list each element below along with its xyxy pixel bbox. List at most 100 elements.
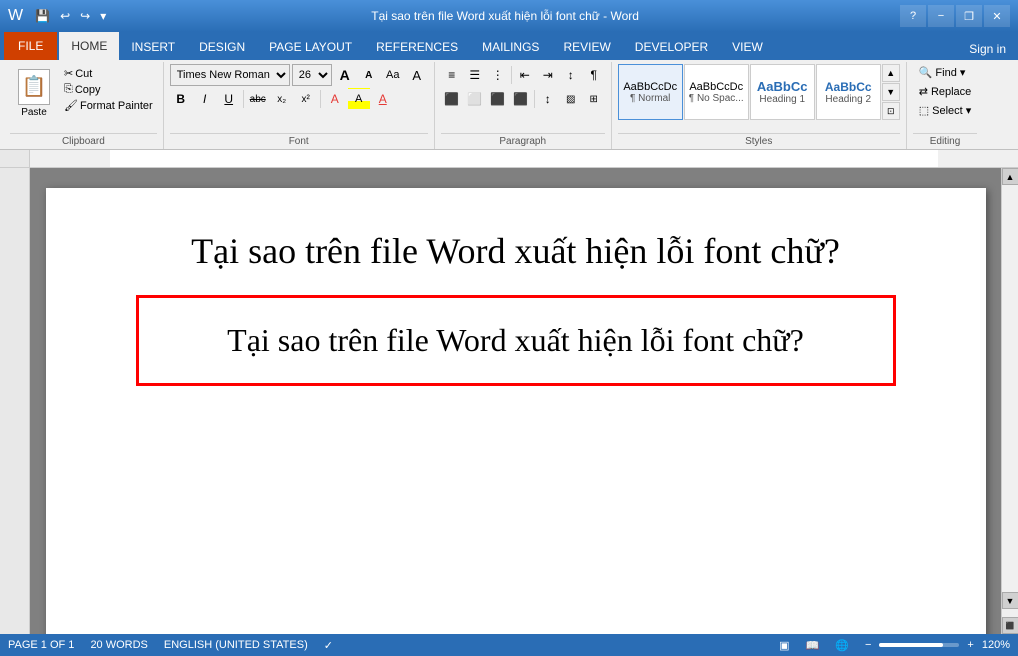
scissors-icon: ✂	[64, 67, 73, 80]
tab-home[interactable]: HOME	[59, 32, 119, 60]
underline-button[interactable]: U	[218, 88, 240, 110]
styles-scroll-down[interactable]: ▼	[882, 83, 900, 101]
decrease-indent-button[interactable]: ⇤	[514, 64, 536, 86]
select-button[interactable]: ⬚ Select ▾	[913, 102, 978, 119]
web-layout-button[interactable]: 🌐	[831, 638, 853, 653]
editing-group: 🔍 Find ▾ ⇄ Replace ⬚ Select ▾ Editing	[907, 62, 984, 149]
tab-view[interactable]: VIEW	[720, 34, 775, 60]
font-shrink-button[interactable]: A	[358, 64, 380, 86]
styles-more-button[interactable]: ⊡	[882, 102, 900, 120]
word-logo-icon: W	[8, 7, 23, 25]
tab-references[interactable]: REFERENCES	[364, 34, 470, 60]
document-page: Tại sao trên file Word xuất hiện lỗi fon…	[46, 188, 986, 634]
bold-button[interactable]: B	[170, 88, 192, 110]
right-scrollbar: ▲ ▼ ⬛	[1001, 168, 1018, 634]
save-quick-btn[interactable]: 💾	[31, 7, 54, 25]
title-bar-left: W 💾 ↩ ↪ ▾	[8, 7, 110, 25]
ruler-corner	[0, 150, 30, 167]
status-right: ▣ 📖 🌐 − + 120%	[775, 638, 1010, 653]
font-color-button[interactable]: A	[372, 88, 394, 110]
tab-mailings[interactable]: MAILINGS	[470, 34, 551, 60]
doc-scroll[interactable]: Tại sao trên file Word xuất hiện lỗi fon…	[30, 168, 1001, 634]
clear-format-button[interactable]: A	[406, 64, 428, 86]
tab-page-layout[interactable]: PAGE LAYOUT	[257, 34, 364, 60]
strikethrough-button[interactable]: abc	[247, 88, 269, 110]
tab-file[interactable]: FILE	[4, 32, 57, 60]
horizontal-ruler	[30, 150, 1018, 167]
more-quick-btn[interactable]: ▾	[96, 7, 110, 25]
spell-icon: ✓	[324, 639, 333, 652]
align-right-button[interactable]: ⬛	[487, 88, 509, 110]
line-spacing-button[interactable]: ↕	[537, 88, 559, 110]
signin-link[interactable]: Sign in	[957, 38, 1018, 60]
style-heading2-preview: AaBbCc	[825, 80, 872, 94]
copy-button[interactable]: ⎘ Copy	[60, 82, 157, 97]
status-bar: PAGE 1 OF 1 20 WORDS ENGLISH (UNITED STA…	[0, 634, 1018, 656]
style-heading2[interactable]: AaBbCc Heading 2	[816, 64, 881, 120]
font-grow-button[interactable]: A	[334, 64, 356, 86]
style-no-spacing[interactable]: AaBbCcDc ¶ No Spac...	[684, 64, 749, 120]
clipboard-group-content: 📋 Paste ✂ Cut ⎘ Copy 🖌 Format Painter	[10, 64, 157, 131]
replace-icon: ⇄	[919, 85, 928, 98]
superscript-button[interactable]: x²	[295, 88, 317, 110]
sort-button[interactable]: ↕	[560, 64, 582, 86]
clipboard-label: Clipboard	[10, 133, 157, 149]
find-button[interactable]: 🔍 Find ▾	[913, 64, 978, 81]
increase-indent-button[interactable]: ⇥	[537, 64, 559, 86]
redo-quick-btn[interactable]: ↪	[76, 7, 94, 25]
scroll-bottom-button[interactable]: ⬛	[1002, 617, 1018, 634]
style-no-spacing-preview: AaBbCcDc	[689, 81, 743, 93]
copy-icon: ⎘	[64, 83, 73, 96]
borders-button[interactable]: ⊞	[583, 88, 605, 110]
highlight-button[interactable]: A	[348, 88, 370, 110]
text-effects-button[interactable]: A	[324, 88, 346, 110]
scroll-down-button[interactable]: ▼	[1002, 592, 1018, 609]
shading-button[interactable]: ▨	[560, 88, 582, 110]
numbering-button[interactable]: ☰	[464, 64, 486, 86]
font-size-select[interactable]: 26	[292, 64, 332, 86]
show-marks-button[interactable]: ¶	[583, 64, 605, 86]
cut-button[interactable]: ✂ Cut	[60, 66, 157, 81]
replace-button[interactable]: ⇄ Replace	[913, 83, 978, 100]
justify-button[interactable]: ⬛	[510, 88, 532, 110]
italic-button[interactable]: I	[194, 88, 216, 110]
style-heading1-preview: AaBbCc	[757, 79, 808, 94]
change-case-button[interactable]: Aa	[382, 64, 404, 86]
vertical-ruler	[0, 168, 30, 634]
paste-button[interactable]: 📋 Paste	[10, 64, 58, 122]
ribbon-tabs: FILE HOME INSERT DESIGN PAGE LAYOUT REFE…	[0, 32, 1018, 60]
search-icon: 🔍	[919, 66, 933, 79]
minimize-button[interactable]: −	[928, 5, 954, 27]
align-center-button[interactable]: ⬜	[464, 88, 486, 110]
ruler-marks-svg	[30, 150, 1018, 167]
help-button[interactable]: ?	[900, 5, 926, 27]
print-layout-button[interactable]: ▣	[775, 638, 793, 653]
zoom-in-button[interactable]: +	[963, 638, 977, 652]
tab-review[interactable]: REVIEW	[551, 34, 622, 60]
restore-button[interactable]: ❐	[956, 5, 982, 27]
window-controls: ? − ❐ ✕	[900, 5, 1010, 27]
tab-developer[interactable]: DEVELOPER	[623, 34, 720, 60]
close-button[interactable]: ✕	[984, 5, 1010, 27]
style-normal[interactable]: AaBbCcDc ¶ Normal	[618, 64, 683, 120]
multilevel-list-button[interactable]: ⋮	[487, 64, 509, 86]
format-painter-button[interactable]: 🖌 Format Painter	[60, 98, 157, 113]
document-boxed-text[interactable]: Tại sao trên file Word xuất hiện lỗi fon…	[169, 318, 863, 363]
align-left-button[interactable]: ⬛	[441, 88, 463, 110]
undo-quick-btn[interactable]: ↩	[56, 7, 74, 25]
styles-label: Styles	[618, 133, 900, 149]
tab-insert[interactable]: INSERT	[119, 34, 187, 60]
style-heading1[interactable]: AaBbCc Heading 1	[750, 64, 815, 120]
subscript-button[interactable]: x₂	[271, 88, 293, 110]
bullets-button[interactable]: ≡	[441, 64, 463, 86]
zoom-out-button[interactable]: −	[861, 638, 875, 652]
scroll-up-button[interactable]: ▲	[1002, 168, 1018, 185]
font-name-select[interactable]: Times New Roman	[170, 64, 290, 86]
editing-group-content: 🔍 Find ▾ ⇄ Replace ⬚ Select ▾	[913, 64, 978, 131]
read-mode-button[interactable]: 📖	[802, 638, 824, 653]
tab-design[interactable]: DESIGN	[187, 34, 257, 60]
zoom-slider-track[interactable]	[879, 643, 959, 647]
styles-scroll-up[interactable]: ▲	[882, 64, 900, 82]
paste-icon: 📋	[18, 69, 50, 105]
document-title: Tại sao trên file Word xuất hiện lỗi fon…	[106, 228, 926, 275]
